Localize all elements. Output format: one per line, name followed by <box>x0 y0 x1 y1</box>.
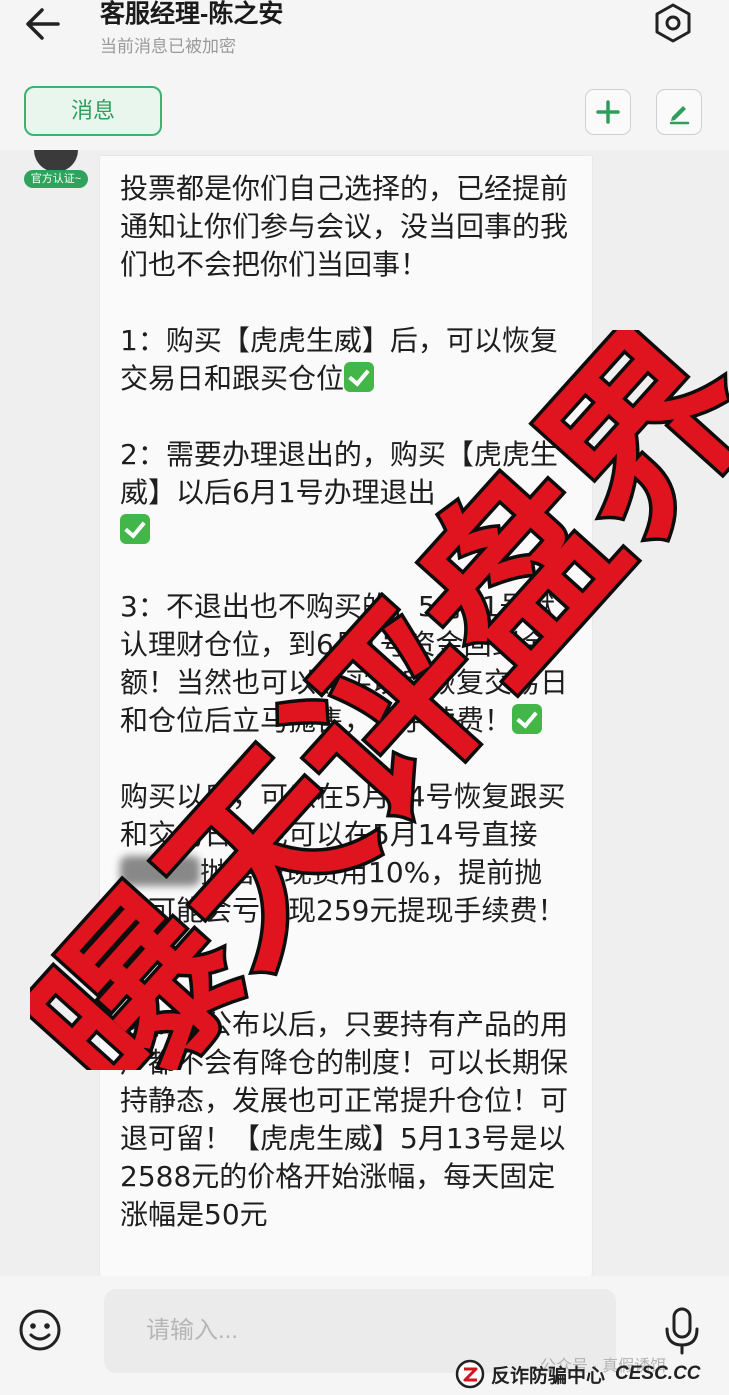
message-paragraph: 该制度公布以后，只要持有产品的用户都不会有降仓的制度！可以长期保持静态，发展也可… <box>120 1008 569 1231</box>
avatar[interactable] <box>34 150 78 172</box>
message-bubble: 投票都是你们自己选择的，已经提前通知让你们参与会议，没当回事的我们也不会把你们当… <box>100 156 592 1280</box>
add-button[interactable] <box>585 89 631 135</box>
blurred-text <box>120 856 200 886</box>
message-paragraph: 购买以后，可以在5月14号恢复跟买和交易日！也可以在5月14号直接 <box>120 780 566 851</box>
message-text: 投票都是你们自己选择的，已经提前通知让你们参与会议，没当回事的我们也不会把你们当… <box>120 170 570 1234</box>
message-paragraph: 投票都是你们自己选择的，已经提前通知让你们参与会议，没当回事的我们也不会把你们当… <box>120 172 569 281</box>
check-mark-icon <box>120 514 150 544</box>
message-paragraph: 2：需要办理退出的，购买【虎虎生威】以后6月1号办理退出 <box>120 438 558 509</box>
plus-icon <box>596 100 620 124</box>
anti-fraud-logo-icon <box>455 1359 485 1389</box>
settings-icon[interactable] <box>652 2 694 44</box>
check-mark-icon <box>344 362 375 392</box>
edit-button[interactable] <box>656 89 702 135</box>
pencil-icon <box>669 106 690 125</box>
anti-fraud-logo: 反诈防骗中心 CESC.CC <box>455 1358 701 1390</box>
microphone-icon[interactable] <box>662 1306 702 1356</box>
message-paragraph: 3：不退出也不购买的，5月31号默认理财仓位，到6月1号资金回到余额！当然也可以… <box>120 590 569 737</box>
emoji-icon[interactable] <box>18 1308 62 1352</box>
back-arrow-icon[interactable] <box>22 4 66 44</box>
tab-messages[interactable]: 消息 <box>24 86 162 136</box>
anti-fraud-domain: CESC.CC <box>615 1363 701 1384</box>
chat-title: 客服经理-陈之安 <box>100 0 284 28</box>
check-mark-icon <box>120 932 150 962</box>
check-mark-icon <box>512 704 543 734</box>
message-paragraph: 1：购买【虎虎生威】后，可以恢复交易日和跟买仓位 <box>120 324 558 395</box>
encryption-notice: 当前消息已被加密 <box>100 37 236 56</box>
anti-fraud-center-label: 反诈防骗中心 <box>491 1365 606 1387</box>
official-verified-badge: 官方认证~ <box>24 170 88 188</box>
